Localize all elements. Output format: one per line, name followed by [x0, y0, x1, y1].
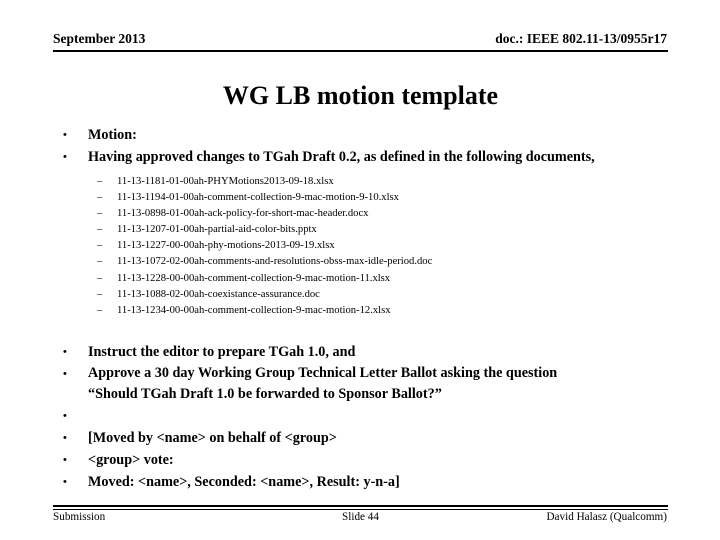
bullet-blank: • [53, 405, 673, 427]
list-item: – 11-13-1088-02-00ah-coexistance-assuran… [53, 287, 673, 303]
bullet-group-vote: • <group> vote: [53, 449, 673, 471]
document-name: 11-13-1207-01-00ah-partial-aid-color-bit… [117, 224, 317, 236]
bullet-icon: • [63, 475, 67, 488]
footer-slide-number: Slide 44 [342, 511, 379, 523]
list-item: – 11-13-0898-01-00ah-ack-policy-for-shor… [53, 206, 673, 222]
bullet-text: Moved: <name>, Seconded: <name>, Result:… [88, 473, 400, 490]
document-name: 11-13-1227-00-00ah-phy-motions-2013-09-1… [117, 240, 335, 252]
list-item: – 11-13-1228-00-00ah-comment-collection-… [53, 271, 673, 287]
dash-icon: – [97, 272, 103, 284]
header-document-id: doc.: IEEE 802.11-13/0955r17 [495, 31, 667, 46]
bullet-icon: • [63, 453, 67, 466]
list-item: – 11-13-1181-01-00ah-PHYMotions2013-09-1… [53, 174, 673, 190]
document-list: – 11-13-1181-01-00ah-PHYMotions2013-09-1… [53, 174, 673, 319]
bullet-moved-seconded-result: • Moved: <name>, Seconded: <name>, Resul… [53, 471, 673, 493]
dash-icon: – [97, 224, 103, 236]
slide: September 2013 doc.: IEEE 802.11-13/0955… [0, 0, 720, 540]
bullet-icon: • [63, 431, 67, 444]
dash-icon: – [97, 288, 103, 300]
bullet-text: Motion: [88, 127, 137, 143]
dash-icon: – [97, 176, 103, 187]
dash-icon: – [97, 240, 103, 252]
list-item: – 11-13-1207-01-00ah-partial-aid-color-b… [53, 222, 673, 238]
document-name: 11-13-1228-00-00ah-comment-collection-9-… [117, 272, 391, 284]
dash-icon: – [97, 256, 103, 268]
bullet-text-line2: “Should TGah Draft 1.0 be forwarded to S… [88, 385, 442, 402]
list-item: – 11-13-1072-02-00ah-comments-and-resolu… [53, 254, 673, 270]
document-name: 11-13-0898-01-00ah-ack-policy-for-short-… [117, 208, 369, 220]
document-name: 11-13-1181-01-00ah-PHYMotions2013-09-18.… [117, 176, 334, 187]
dash-icon: – [97, 304, 103, 316]
header-date: September 2013 [53, 31, 146, 46]
bullet-intro: • Having approved changes to TGah Draft … [53, 146, 673, 168]
bullet-instruct-editor: • Instruct the editor to prepare TGah 1.… [53, 341, 673, 363]
document-name: 11-13-1088-02-00ah-coexistance-assurance… [117, 288, 320, 300]
bullet-icon: • [63, 151, 67, 163]
slide-body: • Motion: • Having approved changes to T… [53, 124, 673, 493]
bullet-approve-ballot: • Approve a 30 day Working Group Technic… [53, 363, 673, 405]
bullet-icon: • [63, 367, 67, 380]
list-item: – 11-13-1194-01-00ah-comment-collection-… [53, 190, 673, 206]
dash-icon: – [97, 208, 103, 220]
document-name: 11-13-1234-00-00ah-comment-collection-9-… [117, 304, 391, 316]
bullet-icon: • [63, 129, 67, 141]
list-item: – 11-13-1234-00-00ah-comment-collection-… [53, 303, 673, 319]
bullet-motion-label: • Motion: [53, 124, 673, 146]
document-name: 11-13-1194-01-00ah-comment-collection-9-… [117, 192, 399, 204]
slide-footer: Submission David Halasz (Qualcomm) Slide… [53, 505, 668, 527]
bullet-text: [Moved by <name> on behalf of <group> [88, 429, 337, 446]
slide-header: September 2013 doc.: IEEE 802.11-13/0955… [53, 30, 668, 52]
bullet-text-line1: Approve a 30 day Working Group Technical… [88, 364, 558, 381]
bullet-icon: • [63, 409, 67, 422]
list-item: – 11-13-1227-00-00ah-phy-motions-2013-09… [53, 238, 673, 254]
document-name: 11-13-1072-02-00ah-comments-and-resoluti… [117, 256, 433, 268]
page-title: WG LB motion template [222, 81, 499, 110]
bullet-text: Having approved changes to TGah Draft 0.… [88, 149, 595, 165]
bullet-moved-by: • [Moved by <name> on behalf of <group> [53, 427, 673, 449]
bullet-text: Instruct the editor to prepare TGah 1.0,… [88, 343, 356, 360]
footer-rule-thick [53, 505, 668, 507]
bullet-text: <group> vote: [88, 451, 174, 468]
dash-icon: – [97, 192, 103, 204]
bullet-icon: • [63, 345, 67, 358]
